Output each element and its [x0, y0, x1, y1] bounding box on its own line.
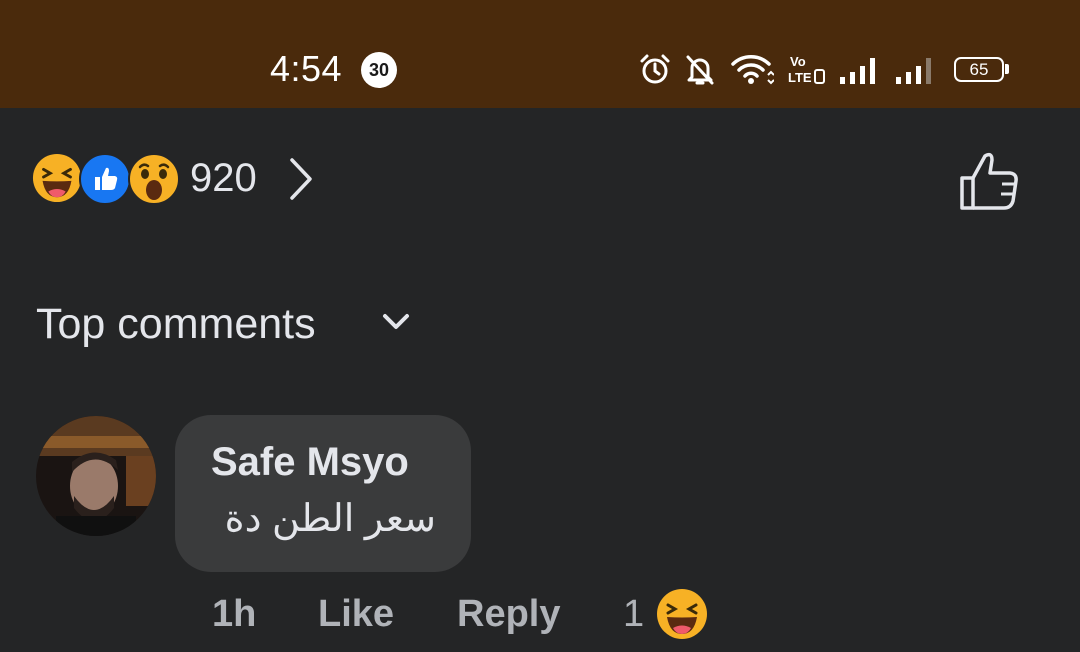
notification-count-badge: 30 [361, 52, 397, 88]
status-bar: 4:54 30 Vo LTE 65 [0, 0, 1080, 108]
wow-reaction-icon [128, 153, 180, 205]
comment-bubble[interactable] [175, 415, 471, 572]
chevron-down-icon [383, 314, 409, 329]
avatar[interactable] [36, 416, 156, 536]
like-reaction-icon [79, 153, 131, 205]
battery-tip [1005, 64, 1009, 74]
comment-author[interactable]: Safe Msyo [211, 440, 409, 485]
signal-icon [896, 58, 931, 84]
sort-label: Top comments [36, 300, 316, 348]
comment-like-button[interactable]: Like [318, 593, 394, 636]
comment-timestamp[interactable]: 1h [212, 593, 256, 636]
wifi-icon [731, 55, 774, 85]
battery-indicator: 65 [954, 57, 1004, 82]
status-time: 4:54 [270, 48, 343, 89]
alarm-icon [640, 54, 670, 84]
signal-icon [840, 58, 875, 84]
volte-icon: Vo LTE [788, 54, 825, 85]
comment-reaction-count[interactable]: 1 [623, 593, 644, 636]
like-button-icon[interactable] [954, 146, 1024, 216]
comment-reply-button[interactable]: Reply [457, 593, 560, 636]
reaction-count: 920 [190, 156, 257, 200]
comment-text: سعر الطن دة [224, 498, 436, 540]
chevron-right-icon [290, 158, 312, 200]
haha-reaction-icon[interactable] [656, 588, 708, 640]
bell-off-icon [686, 55, 714, 85]
svg-text:LTE: LTE [788, 70, 812, 85]
haha-reaction-icon [32, 153, 82, 203]
svg-text:Vo: Vo [790, 54, 806, 69]
